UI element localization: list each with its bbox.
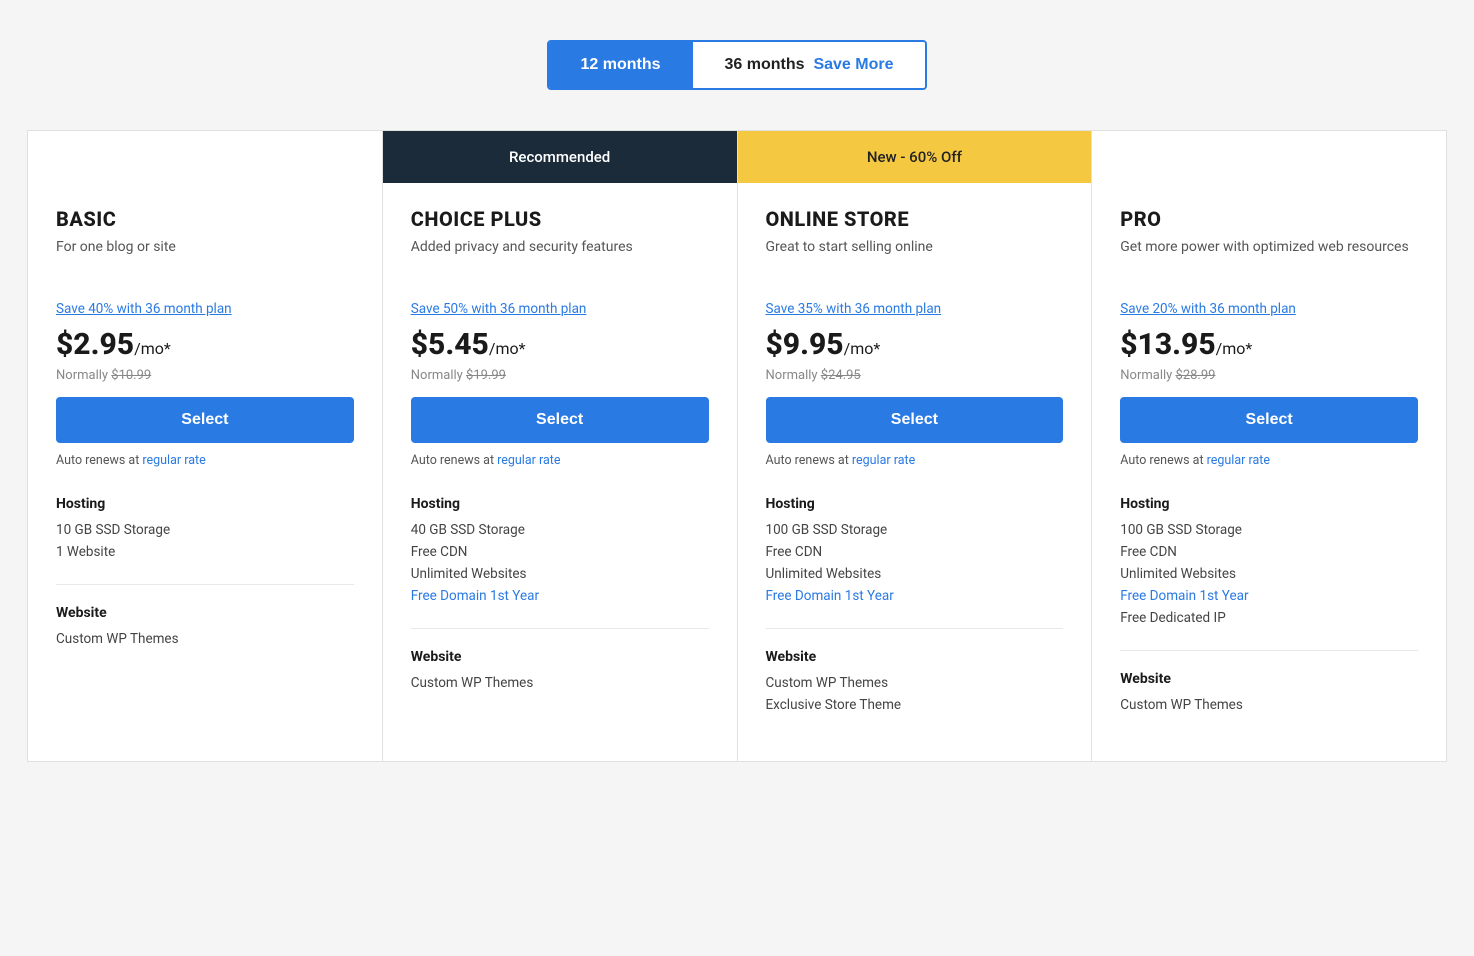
billing-toggle: 12 months 36 months Save More (0, 40, 1474, 90)
hosting-block-online-store: Hosting 100 GB SSD Storage Free CDN Unlimit… (766, 496, 1064, 604)
website-title-online-store: Website (766, 649, 1064, 665)
hosting-feature-basic-0: 10 GB SSD Storage (56, 522, 354, 538)
auto-renew-pro: Auto renews at regular rate (1120, 453, 1418, 468)
hosting-feature-pro-2: Unlimited Websites (1120, 566, 1418, 582)
hosting-feature-pro-0: 100 GB SSD Storage (1120, 522, 1418, 538)
website-block-basic: Website Custom WP Themes (56, 584, 354, 647)
price-main-pro: $13.95/mo* (1120, 327, 1252, 362)
price-normally-basic: Normally $10.99 (56, 368, 354, 383)
save-link-choice-plus[interactable]: Save 50% with 36 month plan (411, 301, 709, 317)
hosting-feature-basic-1: 1 Website (56, 544, 354, 560)
plan-col-online-store: New - 60% Off ONLINE STORE Great to star… (738, 131, 1093, 761)
hosting-feature-pro-3[interactable]: Free Domain 1st Year (1120, 588, 1418, 604)
hosting-title-choice-plus: Hosting (411, 496, 709, 512)
select-button-basic[interactable]: Select (56, 397, 354, 443)
plan-name-online-store: ONLINE STORE (766, 207, 1064, 231)
plan-badge-pro (1092, 131, 1446, 183)
website-feature-online-store-1: Exclusive Store Theme (766, 697, 1064, 713)
website-feature-basic-0: Custom WP Themes (56, 631, 354, 647)
plan-body-basic: BASIC For one blog or site Save 40% with… (28, 183, 382, 761)
hosting-feature-choice-plus-1: Free CDN (411, 544, 709, 560)
hosting-block-choice-plus: Hosting 40 GB SSD Storage Free CDN Unlimite… (411, 496, 709, 604)
website-title-choice-plus: Website (411, 649, 709, 665)
plan-col-choice-plus: Recommended CHOICE PLUS Added privacy an… (383, 131, 738, 761)
hosting-title-basic: Hosting (56, 496, 354, 512)
hosting-feature-choice-plus-0: 40 GB SSD Storage (411, 522, 709, 538)
plan-badge-basic (28, 131, 382, 183)
save-link-basic[interactable]: Save 40% with 36 month plan (56, 301, 354, 317)
price-main-choice-plus: $5.45/mo* (411, 327, 526, 362)
website-title-basic: Website (56, 605, 354, 621)
hosting-title-pro: Hosting (1120, 496, 1418, 512)
hosting-feature-choice-plus-3[interactable]: Free Domain 1st Year (411, 588, 709, 604)
plan-desc-basic: For one blog or site (56, 239, 354, 283)
plan-name-pro: PRO (1120, 207, 1418, 231)
price-normally-choice-plus: Normally $19.99 (411, 368, 709, 383)
hosting-title-online-store: Hosting (766, 496, 1064, 512)
hosting-block-basic: Hosting 10 GB SSD Storage 1 Website (56, 496, 354, 560)
auto-renew-basic: Auto renews at regular rate (56, 453, 354, 468)
price-block-basic: $2.95/mo* (56, 327, 354, 362)
select-button-online-store[interactable]: Select (766, 397, 1064, 443)
website-feature-choice-plus-0: Custom WP Themes (411, 675, 709, 691)
price-block-choice-plus: $5.45/mo* (411, 327, 709, 362)
website-block-pro: Website Custom WP Themes (1120, 650, 1418, 713)
plan-desc-choice-plus: Added privacy and security features (411, 239, 709, 283)
website-block-choice-plus: Website Custom WP Themes (411, 628, 709, 691)
billing-toggle-wrapper: 12 months 36 months Save More (547, 40, 928, 90)
website-feature-pro-0: Custom WP Themes (1120, 697, 1418, 713)
price-block-online-store: $9.95/mo* (766, 327, 1064, 362)
auto-renew-online-store: Auto renews at regular rate (766, 453, 1064, 468)
plan-col-pro: PRO Get more power with optimized web re… (1092, 131, 1446, 761)
hosting-feature-pro-1: Free CDN (1120, 544, 1418, 560)
regular-rate-basic: regular rate (142, 453, 205, 468)
price-normally-pro: Normally $28.99 (1120, 368, 1418, 383)
price-main-basic: $2.95/mo* (56, 327, 171, 362)
hosting-feature-online-store-0: 100 GB SSD Storage (766, 522, 1064, 538)
website-feature-online-store-0: Custom WP Themes (766, 675, 1064, 691)
plan-body-pro: PRO Get more power with optimized web re… (1092, 183, 1446, 761)
regular-rate-choice-plus: regular rate (497, 453, 560, 468)
save-link-pro[interactable]: Save 20% with 36 month plan (1120, 301, 1418, 317)
hosting-feature-online-store-2: Unlimited Websites (766, 566, 1064, 582)
plan-name-basic: BASIC (56, 207, 354, 231)
plans-container: BASIC For one blog or site Save 40% with… (27, 130, 1447, 762)
price-block-pro: $13.95/mo* (1120, 327, 1418, 362)
plan-body-choice-plus: CHOICE PLUS Added privacy and security f… (383, 183, 737, 761)
plan-desc-online-store: Great to start selling online (766, 239, 1064, 283)
regular-rate-online-store: regular rate (852, 453, 915, 468)
12-months-button[interactable]: 12 months (549, 42, 693, 88)
36-months-label: 36 months (725, 56, 805, 73)
auto-renew-choice-plus: Auto renews at regular rate (411, 453, 709, 468)
plan-desc-pro: Get more power with optimized web resour… (1120, 239, 1418, 283)
save-link-online-store[interactable]: Save 35% with 36 month plan (766, 301, 1064, 317)
hosting-feature-choice-plus-2: Unlimited Websites (411, 566, 709, 582)
website-block-online-store: Website Custom WP Themes Exclusive Store T… (766, 628, 1064, 713)
regular-rate-pro: regular rate (1207, 453, 1270, 468)
plan-name-choice-plus: CHOICE PLUS (411, 207, 709, 231)
hosting-feature-online-store-1: Free CDN (766, 544, 1064, 560)
plan-body-online-store: ONLINE STORE Great to start selling onli… (738, 183, 1092, 761)
plan-badge-online-store: New - 60% Off (738, 131, 1092, 183)
save-more-label: Save More (813, 56, 893, 73)
hosting-block-pro: Hosting 100 GB SSD Storage Free CDN Unlimit… (1120, 496, 1418, 626)
price-normally-online-store: Normally $24.95 (766, 368, 1064, 383)
website-title-pro: Website (1120, 671, 1418, 687)
hosting-feature-online-store-3[interactable]: Free Domain 1st Year (766, 588, 1064, 604)
select-button-choice-plus[interactable]: Select (411, 397, 709, 443)
plan-badge-choice-plus: Recommended (383, 131, 737, 183)
hosting-feature-pro-4: Free Dedicated IP (1120, 610, 1418, 626)
select-button-pro[interactable]: Select (1120, 397, 1418, 443)
plan-col-basic: BASIC For one blog or site Save 40% with… (28, 131, 383, 761)
36-months-button[interactable]: 36 months Save More (693, 42, 926, 88)
price-main-online-store: $9.95/mo* (766, 327, 881, 362)
